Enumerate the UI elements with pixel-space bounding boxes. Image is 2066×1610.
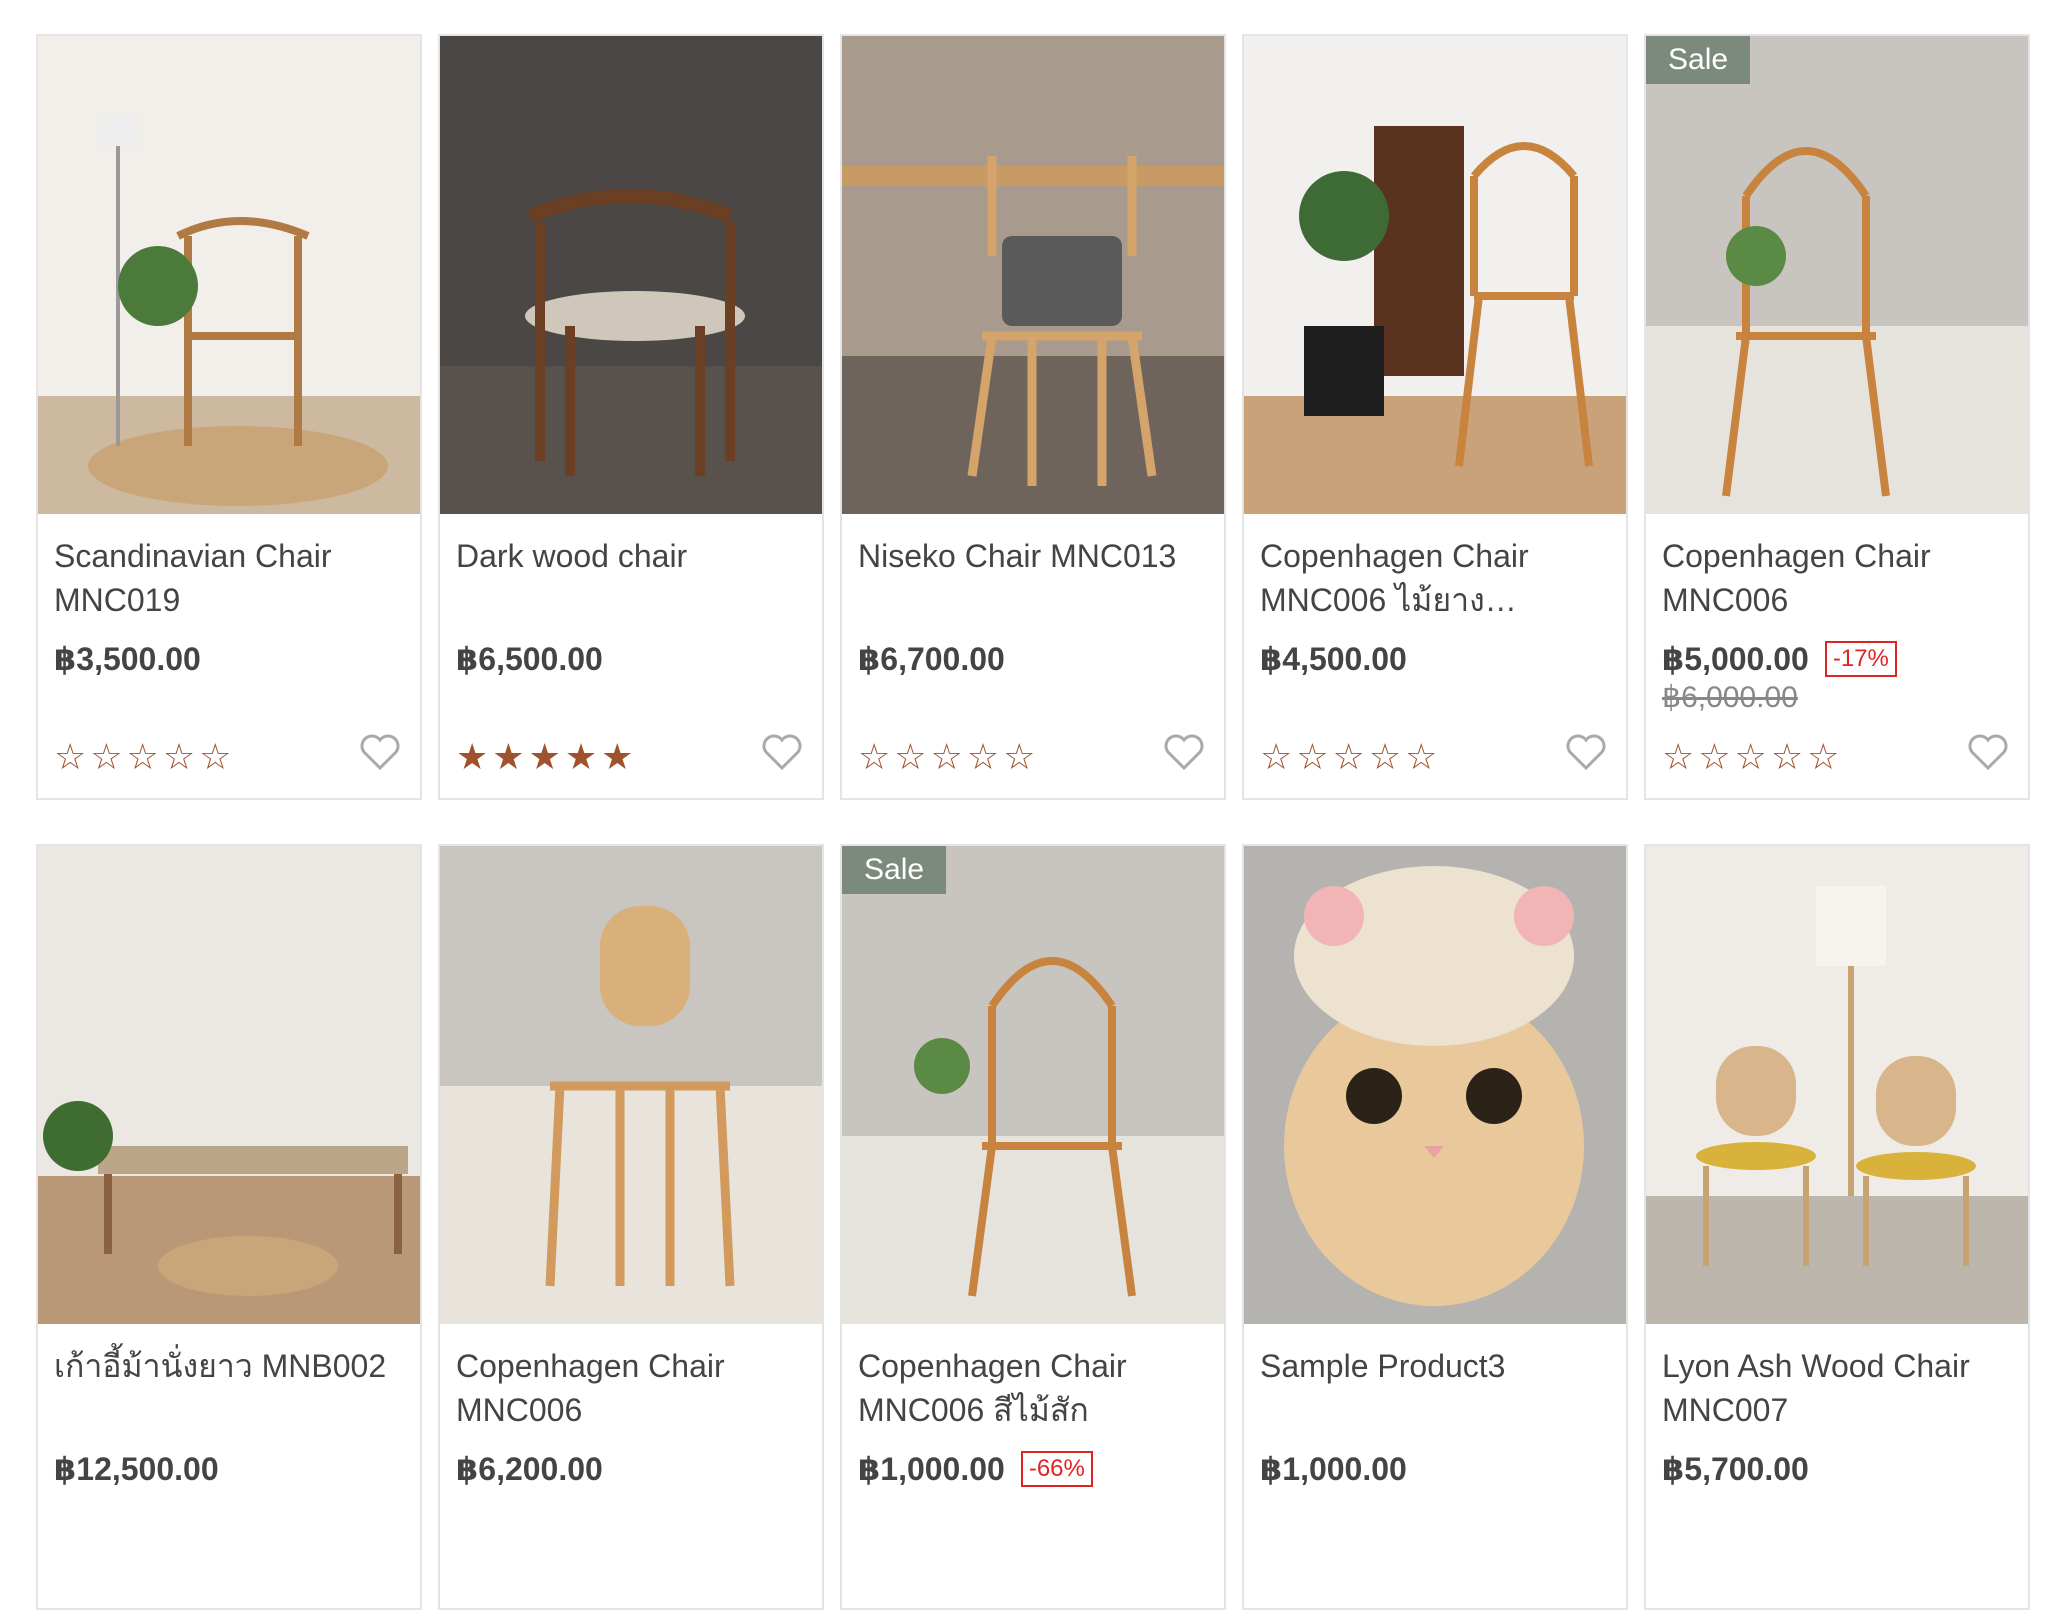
product-image[interactable] <box>440 846 822 1324</box>
product-card[interactable]: Copenhagen Chair MNC006 ไม้ยาง… ฿4,500.0… <box>1242 34 1628 800</box>
product-card[interactable]: Sale Copenhagen Chair MNC006 สีไม้สัก ฿1… <box>840 844 1226 1610</box>
product-price: ฿12,500.00 <box>54 1451 219 1487</box>
product-name[interactable]: Copenhagen Chair MNC006 <box>456 1344 806 1432</box>
sale-badge: Sale <box>842 846 947 894</box>
wishlist-heart-icon[interactable] <box>1162 732 1206 772</box>
product-image[interactable] <box>440 36 822 514</box>
product-price: ฿5,700.00 <box>1662 1451 1809 1487</box>
rating-stars: ☆☆☆☆☆ <box>1662 736 1844 777</box>
product-price: ฿6,700.00 <box>858 641 1005 677</box>
product-image[interactable] <box>38 846 420 1324</box>
wishlist-heart-icon[interactable] <box>1966 732 2010 772</box>
rating-stars: ☆☆☆☆☆ <box>858 736 1040 777</box>
product-image[interactable] <box>842 36 1224 514</box>
original-price: ฿6,000.00 <box>1662 681 1798 714</box>
product-name[interactable]: Copenhagen Chair MNC006 สีไม้สัก <box>858 1344 1208 1432</box>
product-name[interactable]: Copenhagen Chair MNC006 ไม้ยาง… <box>1260 534 1610 622</box>
product-name[interactable]: Scandinavian Chair MNC019 <box>54 534 404 622</box>
product-name[interactable]: Niseko Chair MNC013 <box>858 534 1208 578</box>
product-name[interactable]: เก้าอี้ม้านั่งยาว MNB002 <box>54 1344 404 1388</box>
product-name[interactable]: Dark wood chair <box>456 534 806 578</box>
discount-badge: -66% <box>1020 1451 1093 1487</box>
wishlist-heart-icon[interactable] <box>358 732 402 772</box>
product-card[interactable]: Sample Product3 ฿1,000.00 <box>1242 844 1628 1610</box>
product-price: ฿6,200.00 <box>456 1451 603 1487</box>
product-card[interactable]: เก้าอี้ม้านั่งยาว MNB002 ฿12,500.00 <box>36 844 422 1610</box>
sale-badge: Sale <box>1646 36 1751 84</box>
product-card[interactable]: Scandinavian Chair MNC019 ฿3,500.00 ☆☆☆☆… <box>36 34 422 800</box>
product-price: ฿5,000.00 <box>1662 641 1809 677</box>
product-image[interactable]: Sale <box>1646 36 2028 514</box>
product-name[interactable]: Copenhagen Chair MNC006 <box>1662 534 2012 622</box>
product-card[interactable]: Dark wood chair ฿6,500.00 ★★★★★ <box>438 34 824 800</box>
product-image[interactable] <box>38 36 420 514</box>
rating-stars: ☆☆☆☆☆ <box>1260 736 1442 777</box>
rating-stars: ☆☆☆☆☆ <box>54 736 236 777</box>
product-name[interactable]: Lyon Ash Wood Chair MNC007 <box>1662 1344 2012 1432</box>
wishlist-heart-icon[interactable] <box>760 732 804 772</box>
product-image[interactable] <box>1646 846 2028 1324</box>
product-price: ฿1,000.00 <box>858 1451 1005 1487</box>
rating-stars: ★★★★★ <box>456 736 638 777</box>
product-name[interactable]: Sample Product3 <box>1260 1344 1610 1388</box>
product-image[interactable]: Sale <box>842 846 1224 1324</box>
product-price: ฿1,000.00 <box>1260 1451 1407 1487</box>
discount-badge: -17% <box>1824 641 1897 677</box>
product-card[interactable]: Niseko Chair MNC013 ฿6,700.00 ☆☆☆☆☆ <box>840 34 1226 800</box>
wishlist-heart-icon[interactable] <box>1564 732 1608 772</box>
product-price: ฿3,500.00 <box>54 641 201 677</box>
product-price: ฿4,500.00 <box>1260 641 1407 677</box>
product-card[interactable]: Copenhagen Chair MNC006 ฿6,200.00 <box>438 844 824 1610</box>
product-price: ฿6,500.00 <box>456 641 603 677</box>
product-card[interactable]: Lyon Ash Wood Chair MNC007 ฿5,700.00 <box>1644 844 2030 1610</box>
product-image[interactable] <box>1244 846 1626 1324</box>
product-image[interactable] <box>1244 36 1626 514</box>
product-card[interactable]: Sale Copenhagen Chair MNC006 ฿5,000.00 -… <box>1644 34 2030 800</box>
